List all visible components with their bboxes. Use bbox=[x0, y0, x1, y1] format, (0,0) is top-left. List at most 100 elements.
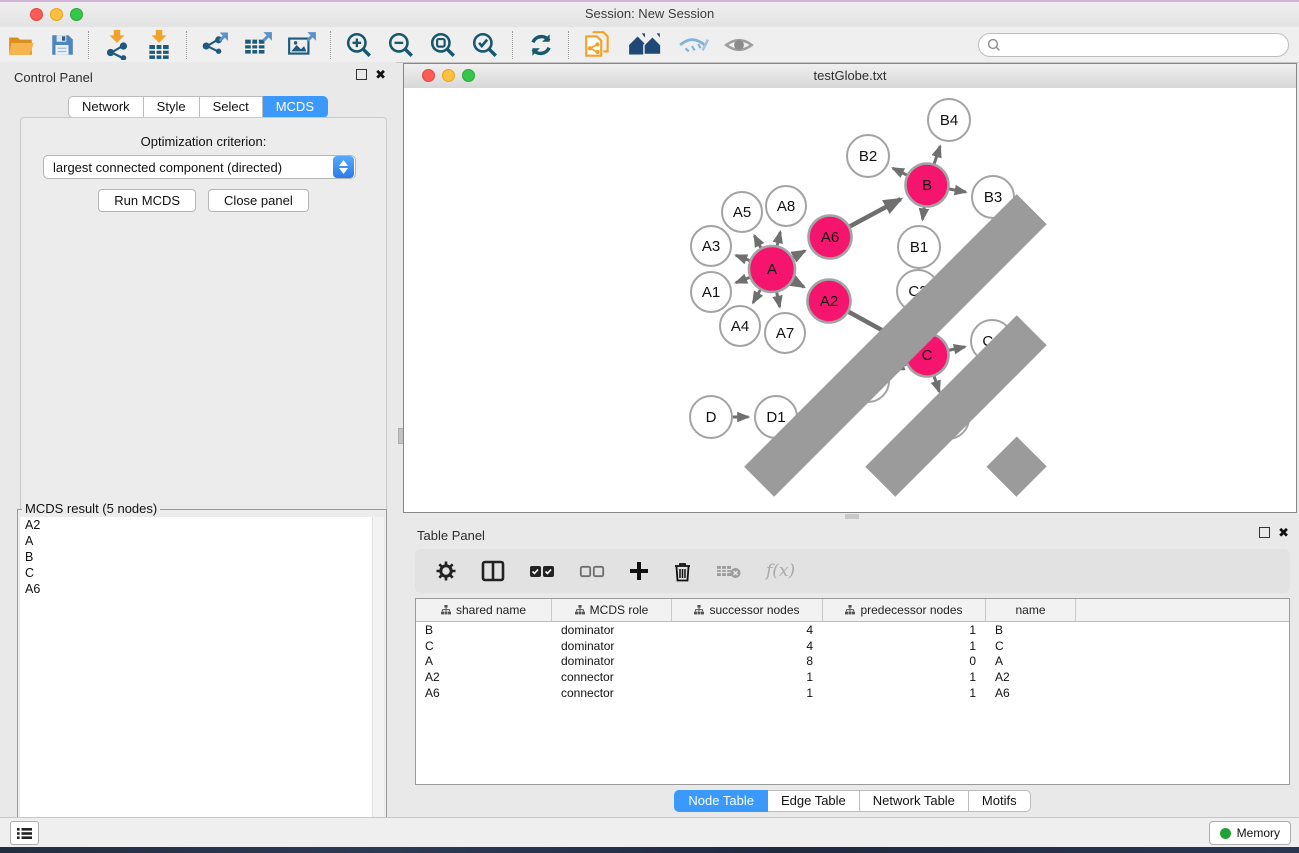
table-cell[interactable]: A6 bbox=[986, 686, 1076, 700]
tab-network-table[interactable]: Network Table bbox=[860, 790, 969, 812]
show-all-button[interactable] bbox=[716, 30, 762, 60]
column-header-MCDS-role[interactable]: MCDS role bbox=[552, 599, 672, 621]
table-row[interactable]: A2connector11A2 bbox=[416, 669, 1289, 685]
zoom-fit-button[interactable] bbox=[422, 30, 464, 60]
refresh-button[interactable] bbox=[520, 30, 562, 60]
export-image-button[interactable] bbox=[280, 30, 324, 60]
result-list-item[interactable]: B bbox=[20, 549, 384, 565]
table-cell[interactable]: dominator bbox=[552, 639, 672, 653]
select-all-icon[interactable] bbox=[529, 563, 555, 579]
toolbar-separator bbox=[330, 31, 332, 59]
save-session-button[interactable] bbox=[42, 30, 82, 60]
horizontal-splitter-handle[interactable] bbox=[845, 514, 859, 519]
dropdown-stepper-icon bbox=[333, 156, 354, 178]
tab-select[interactable]: Select bbox=[200, 96, 263, 118]
table-cell[interactable]: B bbox=[416, 623, 552, 637]
table-cell[interactable]: B bbox=[986, 623, 1076, 637]
window-title: Session: New Session bbox=[0, 6, 1299, 21]
table-row[interactable]: Bdominator41B bbox=[416, 622, 1289, 638]
table-cell[interactable]: 1 bbox=[823, 639, 986, 653]
table-cell[interactable]: A2 bbox=[416, 670, 552, 684]
add-column-icon[interactable] bbox=[629, 561, 649, 581]
tab-motifs[interactable]: Motifs bbox=[969, 790, 1031, 812]
tab-mcds[interactable]: MCDS bbox=[263, 96, 328, 118]
import-network-button[interactable] bbox=[96, 30, 138, 60]
result-list-item[interactable]: A6 bbox=[20, 581, 384, 597]
table-cell[interactable]: dominator bbox=[552, 654, 672, 668]
zoom-selected-button[interactable] bbox=[464, 30, 506, 60]
tab-style[interactable]: Style bbox=[144, 96, 200, 118]
tab-node-table[interactable]: Node Table bbox=[674, 790, 768, 812]
export-network-button[interactable] bbox=[194, 30, 236, 60]
memory-button[interactable]: Memory bbox=[1209, 821, 1291, 845]
table-cell[interactable]: C bbox=[986, 639, 1076, 653]
column-header-name[interactable]: name bbox=[986, 599, 1076, 621]
table-cell[interactable]: A6 bbox=[416, 686, 552, 700]
export-table-icon bbox=[243, 31, 273, 59]
column-header-predecessor-nodes[interactable]: predecessor nodes bbox=[823, 599, 986, 621]
tab-edge-table[interactable]: Edge Table bbox=[768, 790, 860, 812]
table-cell[interactable]: A bbox=[416, 654, 552, 668]
result-list-scrollbar[interactable] bbox=[372, 517, 384, 846]
optimization-criterion-label: Optimization criterion: bbox=[21, 134, 386, 149]
table-cell[interactable]: dominator bbox=[552, 623, 672, 637]
search-field-container bbox=[978, 33, 1289, 57]
column-header-successor-nodes[interactable]: successor nodes bbox=[672, 599, 823, 621]
search-input[interactable] bbox=[1006, 37, 1280, 53]
table-row[interactable]: Adominator80A bbox=[416, 653, 1289, 669]
float-table-panel-icon[interactable] bbox=[1259, 527, 1270, 538]
table-cell[interactable]: 1 bbox=[823, 670, 986, 684]
table-cell[interactable]: 4 bbox=[672, 639, 823, 653]
function-builder-button[interactable]: f(x) bbox=[766, 561, 795, 581]
mcds-result-list[interactable]: A2ABCA6 bbox=[20, 517, 384, 846]
table-row[interactable]: Cdominator41C bbox=[416, 638, 1289, 654]
table-cell[interactable]: A2 bbox=[986, 670, 1076, 684]
close-panel-icon[interactable]: ✖ bbox=[375, 69, 386, 80]
result-list-item[interactable]: A2 bbox=[20, 517, 384, 533]
export-table-button[interactable] bbox=[236, 30, 280, 60]
float-panel-icon[interactable] bbox=[356, 69, 367, 80]
table-cell[interactable]: connector bbox=[552, 670, 672, 684]
table-cell[interactable]: 8 bbox=[672, 654, 823, 668]
zoom-in-button[interactable] bbox=[338, 30, 380, 60]
network-canvas[interactable]: AA6A2BCA5A8A3A1A4A7B4B2B3B1C2C4C1C3DD1 bbox=[404, 88, 1296, 512]
zoom-out-button[interactable] bbox=[380, 30, 422, 60]
table-cell[interactable]: 1 bbox=[823, 623, 986, 637]
home-views-button[interactable] bbox=[620, 30, 670, 60]
open-folder-icon bbox=[7, 32, 35, 58]
show-networks-button[interactable] bbox=[576, 30, 620, 60]
table-row[interactable]: A6connector11A6 bbox=[416, 685, 1289, 701]
import-table-button[interactable] bbox=[138, 30, 180, 60]
mcds-result-title: MCDS result (5 nodes) bbox=[22, 501, 160, 516]
result-list-item[interactable]: C bbox=[20, 565, 384, 581]
delete-column-trash-icon[interactable] bbox=[673, 561, 692, 582]
tab-network[interactable]: Network bbox=[68, 96, 144, 118]
show-columns-icon[interactable] bbox=[481, 560, 505, 582]
result-list-item[interactable]: A bbox=[20, 533, 384, 549]
table-cell[interactable]: 4 bbox=[672, 623, 823, 637]
network-window-title: testGlobe.txt bbox=[404, 68, 1296, 83]
table-cell[interactable]: 1 bbox=[672, 670, 823, 684]
table-cell[interactable]: 1 bbox=[672, 686, 823, 700]
table-settings-gear-icon[interactable] bbox=[435, 560, 457, 582]
table-cell[interactable]: A bbox=[986, 654, 1076, 668]
unselect-all-icon[interactable] bbox=[579, 563, 605, 579]
delete-table-icon[interactable] bbox=[716, 562, 742, 580]
run-mcds-button[interactable]: Run MCDS bbox=[98, 189, 196, 212]
search-icon bbox=[987, 38, 1001, 52]
column-header-shared-name[interactable]: shared name bbox=[416, 599, 552, 621]
table-cell[interactable]: connector bbox=[552, 686, 672, 700]
export-image-icon bbox=[287, 31, 317, 59]
table-panel-tabs: Node TableEdge TableNetwork TableMotifs bbox=[415, 790, 1290, 812]
hide-selected-button[interactable] bbox=[670, 30, 716, 60]
show-panels-button[interactable] bbox=[10, 821, 39, 845]
table-cell[interactable]: 0 bbox=[823, 654, 986, 668]
table-cell[interactable]: C bbox=[416, 639, 552, 653]
optimization-criterion-select[interactable]: largest connected component (directed) bbox=[43, 155, 356, 179]
table-cell[interactable]: 1 bbox=[823, 686, 986, 700]
close-table-panel-icon[interactable]: ✖ bbox=[1278, 527, 1289, 538]
resize-grip-icon[interactable] bbox=[404, 88, 1296, 512]
zoom-fit-icon bbox=[429, 31, 457, 59]
open-session-button[interactable] bbox=[0, 30, 42, 60]
close-panel-button[interactable]: Close panel bbox=[208, 189, 309, 212]
